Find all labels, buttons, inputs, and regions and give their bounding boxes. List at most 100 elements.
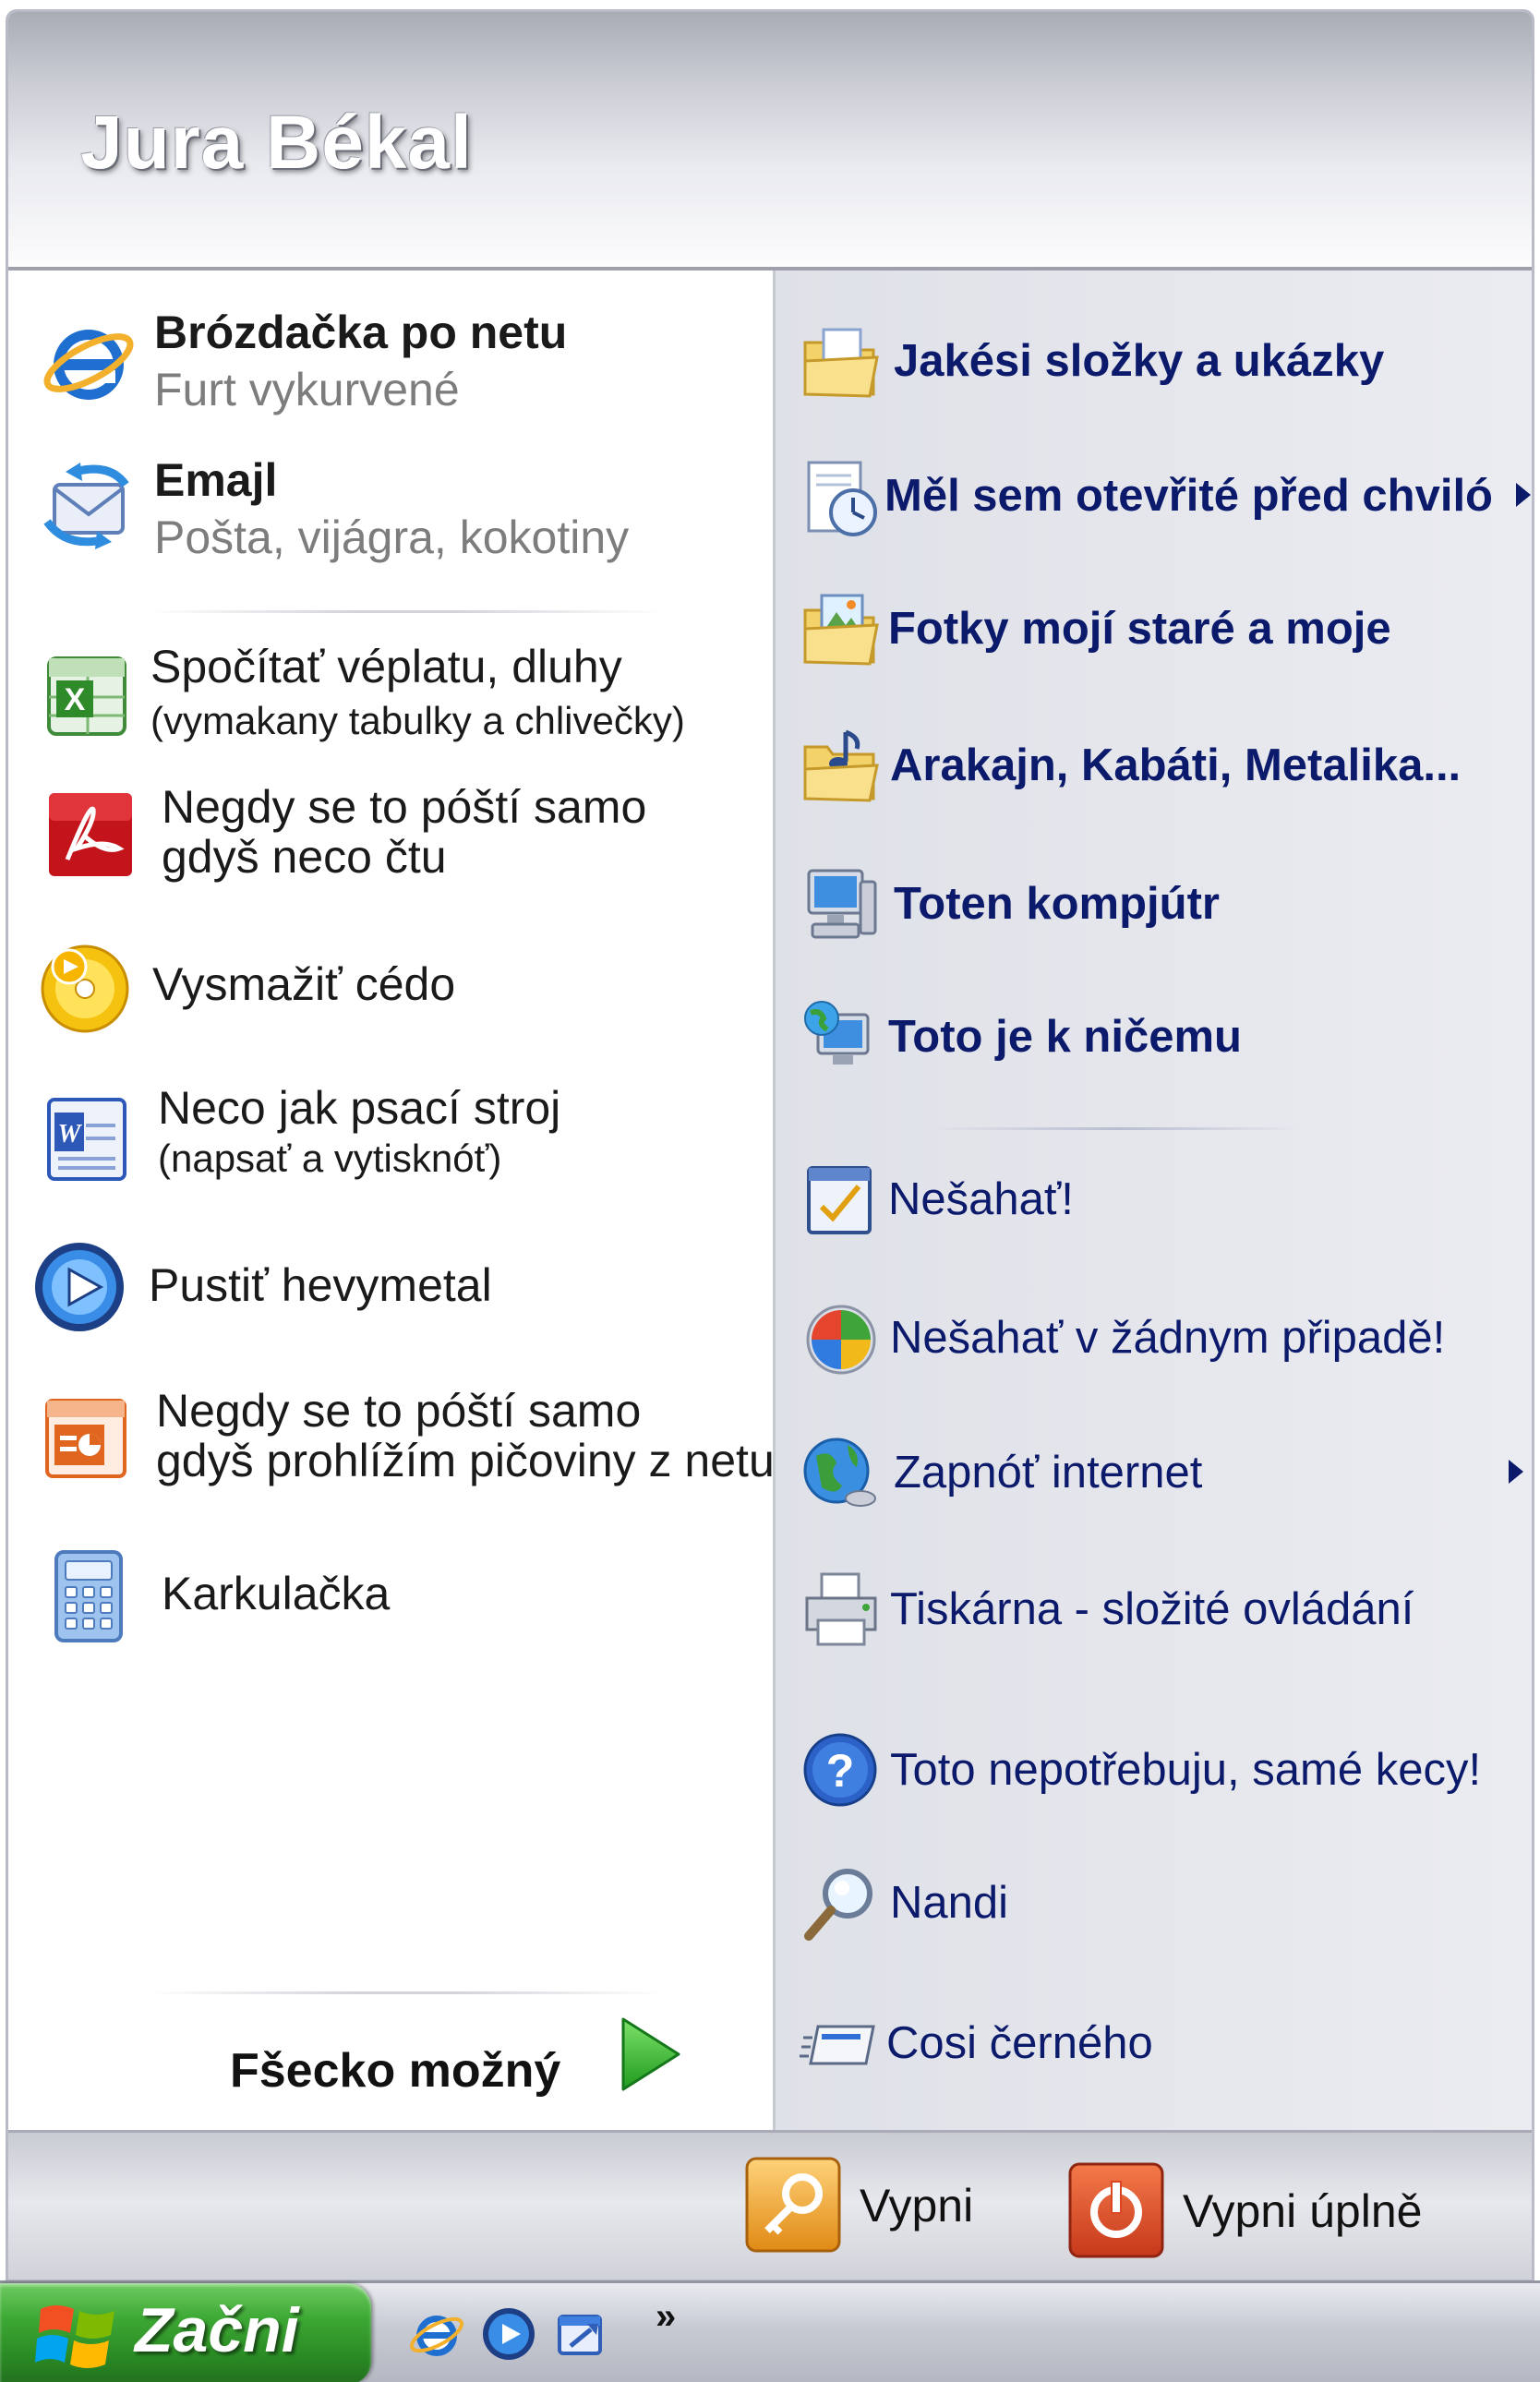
place-label: Jakési složky a ukázky xyxy=(894,336,1385,386)
logoff-button[interactable]: Vypni xyxy=(745,2157,1022,2258)
place-label: Měl sem otevřité před chviló xyxy=(884,471,1493,521)
quicklaunch-show-desktop-icon[interactable] xyxy=(550,2304,611,2364)
recent-item-line1: Pustiť hevymetal xyxy=(149,1259,492,1311)
place-my-documents[interactable]: Jakési složky a ukázky xyxy=(776,307,1532,418)
place-my-computer[interactable]: Toten kompjútr xyxy=(776,850,1532,961)
help-icon: ? xyxy=(803,1733,877,1807)
pinned-item-subtitle: Furt vykurvené xyxy=(154,364,460,415)
network-places-icon xyxy=(804,1001,870,1065)
recent-item-acrobat[interactable]: Negdy se to póští samo gdyš neco čtu xyxy=(8,769,773,898)
place-label: Toten kompjútr xyxy=(894,879,1220,929)
calculator-icon xyxy=(54,1550,123,1642)
recent-documents-icon xyxy=(807,461,877,536)
my-computer-icon xyxy=(807,869,877,939)
place-label: Toto nepotřebuju, samé kecy! xyxy=(890,1745,1482,1795)
pinned-item-browser[interactable]: Brózdačka po netu Furt vykurvené xyxy=(8,298,773,427)
place-search[interactable]: Nandi xyxy=(776,1849,1532,1960)
recent-item-line1: Neco jak psací stroj xyxy=(158,1082,561,1134)
music-folder-icon xyxy=(803,729,879,802)
windows-security-icon xyxy=(806,1305,876,1375)
run-icon xyxy=(800,2025,875,2065)
pictures-folder-icon xyxy=(803,594,879,666)
key-icon xyxy=(745,2157,841,2253)
place-label: Nandi xyxy=(890,1878,1009,1928)
place-network[interactable]: Toto je k ničemu xyxy=(776,983,1532,1094)
user-name: Jura Békal xyxy=(80,101,473,185)
connect-to-icon xyxy=(803,1438,876,1507)
shutdown-label: Vypni úplně xyxy=(1183,2185,1423,2237)
outlook-express-icon xyxy=(43,463,129,549)
all-programs-separator xyxy=(147,1991,664,1994)
word-icon: W xyxy=(47,1098,126,1181)
printers-icon xyxy=(805,1572,877,1646)
logoff-label: Vypni xyxy=(860,2180,974,2232)
place-label: Nešahať! xyxy=(888,1174,1074,1224)
recent-item-line1: Negdy se to póští samo xyxy=(162,781,647,833)
quicklaunch-media-player-icon[interactable] xyxy=(478,2304,539,2364)
place-my-pictures[interactable]: Fotky mojí staré a moje xyxy=(776,575,1532,686)
programs-pane: Brózdačka po netu Furt vykurvené Emajl P… xyxy=(8,271,775,2130)
power-icon xyxy=(1068,2162,1164,2258)
place-printers[interactable]: Tiskárna - složité ovládání xyxy=(776,1556,1532,1666)
pinned-separator xyxy=(147,610,664,613)
start-button[interactable]: Začni xyxy=(0,2283,371,2382)
place-label: Cosi černého xyxy=(886,2018,1153,2068)
excel-icon: X xyxy=(47,656,126,736)
recent-item-line1: Vysmažiť cédo xyxy=(152,958,456,1010)
taskbar: Začni » xyxy=(0,2280,1540,2382)
submenu-arrow-icon xyxy=(1509,1460,1523,1484)
place-recent-documents[interactable]: Měl sem otevřité před chviló xyxy=(776,442,1532,553)
all-programs-label: Fšecko možný xyxy=(230,2044,561,2098)
recent-item-line2: gdyš neco čtu xyxy=(162,831,447,883)
place-label: Arakajn, Kabáti, Metalika... xyxy=(890,740,1462,790)
windows-logo-icon xyxy=(35,2305,114,2368)
svg-text:W: W xyxy=(58,1120,83,1149)
place-label: Toto je k ničemu xyxy=(888,1012,1242,1062)
recent-item-media-player[interactable]: Pustiť hevymetal xyxy=(8,1223,773,1353)
internet-explorer-icon xyxy=(43,330,134,400)
recent-item-line2: (vymakany tabulky a chlivečky) xyxy=(150,699,685,742)
powerpoint-icon xyxy=(45,1399,126,1478)
svg-text:X: X xyxy=(65,682,86,717)
start-menu: Jura Békal Brózdačka po netu Furt vykurv… xyxy=(6,9,1534,2282)
place-label: Tiskárna - složité ovládání xyxy=(890,1584,1414,1634)
recent-item-word[interactable]: W Neco jak psací stroj (napsať a vytiskn… xyxy=(8,1072,773,1201)
places-separator xyxy=(932,1127,1302,1130)
recent-item-line2: (napsať a vytisknóť) xyxy=(158,1137,502,1180)
recent-item-cd[interactable]: Vysmažiť cédo xyxy=(8,922,773,1052)
place-connect-to[interactable]: Zapnóť internet xyxy=(776,1419,1532,1530)
svg-text:?: ? xyxy=(826,1745,855,1797)
place-label: Zapnóť internet xyxy=(894,1448,1203,1498)
shutdown-button[interactable]: Vypni úplně xyxy=(1068,2162,1456,2264)
recent-item-powerpoint[interactable]: Negdy se to póští samo gdyš prohlížím pi… xyxy=(8,1373,775,1502)
search-icon xyxy=(804,1869,872,1941)
quicklaunch-ie-icon[interactable] xyxy=(406,2304,467,2364)
documents-folder-icon xyxy=(803,328,879,398)
recent-item-excel[interactable]: X Spočítať véplatu, dluhy (vymakany tabu… xyxy=(8,629,773,758)
place-security[interactable]: Nešahať v žádnym připadě! xyxy=(776,1284,1532,1395)
place-label: Nešahať v žádnym připadě! xyxy=(890,1313,1446,1363)
pinned-item-title: Emajl xyxy=(154,454,278,506)
place-control-panel[interactable]: Nešahať! xyxy=(776,1146,1532,1257)
place-help[interactable]: ? Toto nepotřebuju, samé kecy! xyxy=(776,1716,1532,1827)
recent-item-line1: Spočítať véplatu, dluhy xyxy=(150,641,622,692)
recent-item-calculator[interactable]: Karkulačka xyxy=(8,1534,773,1663)
control-panel-icon xyxy=(807,1166,872,1234)
quicklaunch-overflow-icon[interactable]: » xyxy=(656,2296,676,2338)
place-my-music[interactable]: Arakajn, Kabáti, Metalika... xyxy=(776,712,1532,823)
green-arrow-icon xyxy=(621,2017,680,2091)
recent-item-line2: gdyš prohlížím pičoviny z netu xyxy=(156,1435,775,1486)
start-label: Začni xyxy=(135,2295,299,2365)
places-pane: Jakési složky a ukázky Měl sem otevřité … xyxy=(773,271,1532,2130)
place-run[interactable]: Cosi černého xyxy=(776,1990,1532,2100)
pinned-item-email[interactable]: Emajl Pošta, vijágra, kokotiny xyxy=(8,446,773,575)
cd-burner-icon xyxy=(41,944,129,1033)
start-menu-footer: Vypni Vypni úplně xyxy=(8,2130,1532,2280)
media-player-icon xyxy=(35,1243,124,1331)
pinned-item-title: Brózdačka po netu xyxy=(154,307,568,358)
recent-item-line1: Karkulačka xyxy=(162,1568,391,1619)
recent-item-line1: Negdy se to póští samo xyxy=(156,1385,642,1437)
start-menu-header: Jura Békal xyxy=(8,12,1532,271)
place-label: Fotky mojí staré a moje xyxy=(888,604,1391,654)
submenu-arrow-icon xyxy=(1516,483,1531,507)
